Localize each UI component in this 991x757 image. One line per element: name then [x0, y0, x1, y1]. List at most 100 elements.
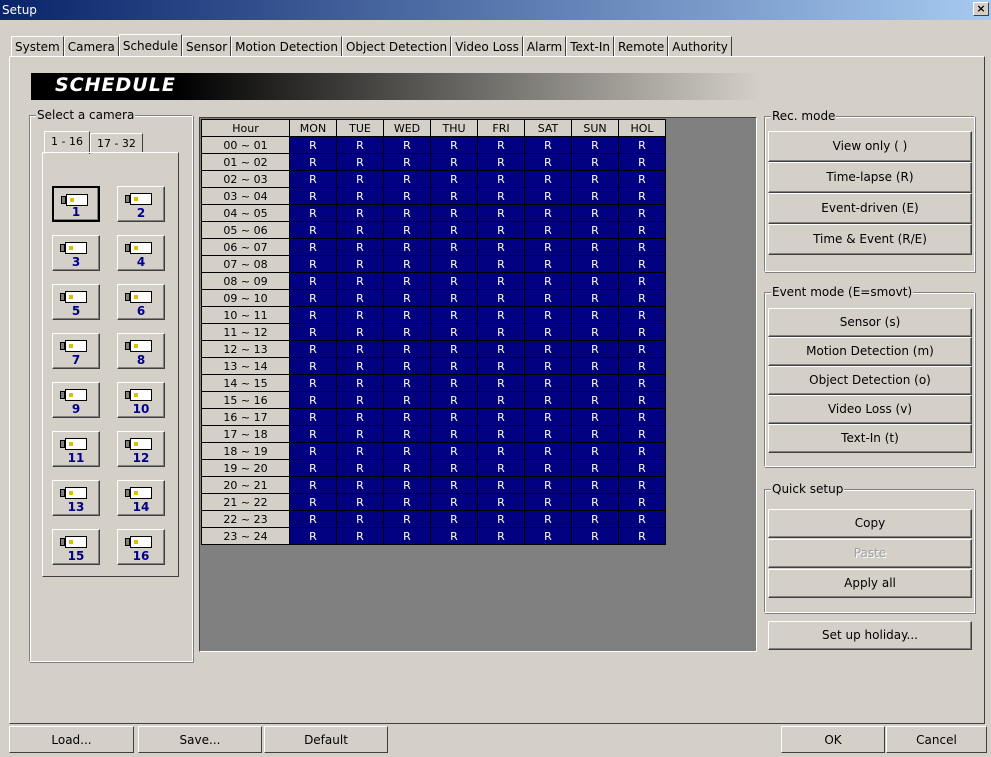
event-mode-button[interactable]: Video Loss (v) — [768, 395, 972, 424]
schedule-cell[interactable]: R — [336, 408, 384, 426]
schedule-cell[interactable]: R — [383, 425, 431, 443]
schedule-cell[interactable]: R — [336, 204, 384, 222]
schedule-cell[interactable]: R — [430, 459, 478, 477]
camera-button[interactable]: 16 — [117, 529, 165, 565]
camera-button[interactable]: 5 — [52, 284, 100, 320]
hour-label[interactable]: 21 ~ 22 — [201, 493, 290, 511]
schedule-cell[interactable]: R — [430, 357, 478, 375]
schedule-cell[interactable]: R — [336, 442, 384, 460]
schedule-cell[interactable]: R — [477, 221, 525, 239]
schedule-cell[interactable]: R — [524, 187, 572, 205]
schedule-cell[interactable]: R — [289, 527, 337, 545]
schedule-cell[interactable]: R — [524, 323, 572, 341]
schedule-cell[interactable]: R — [477, 306, 525, 324]
schedule-cell[interactable]: R — [524, 510, 572, 528]
hour-label[interactable]: 05 ~ 06 — [201, 221, 290, 239]
schedule-cell[interactable]: R — [336, 527, 384, 545]
tab-system[interactable]: System — [11, 36, 64, 56]
schedule-cell[interactable]: R — [524, 170, 572, 188]
schedule-cell[interactable]: R — [430, 425, 478, 443]
schedule-cell[interactable]: R — [383, 136, 431, 154]
day-header[interactable]: FRI — [477, 119, 525, 137]
tab-motion-detection[interactable]: Motion Detection — [231, 36, 342, 56]
schedule-cell[interactable]: R — [336, 306, 384, 324]
schedule-cell[interactable]: R — [430, 187, 478, 205]
schedule-cell[interactable]: R — [430, 204, 478, 222]
schedule-cell[interactable]: R — [571, 442, 619, 460]
hour-label[interactable]: 22 ~ 23 — [201, 510, 290, 528]
schedule-cell[interactable]: R — [336, 357, 384, 375]
schedule-cell[interactable]: R — [336, 425, 384, 443]
schedule-cell[interactable]: R — [289, 136, 337, 154]
schedule-cell[interactable]: R — [571, 187, 619, 205]
schedule-cell[interactable]: R — [430, 289, 478, 307]
schedule-cell[interactable]: R — [524, 374, 572, 392]
schedule-cell[interactable]: R — [430, 170, 478, 188]
schedule-cell[interactable]: R — [477, 476, 525, 494]
schedule-cell[interactable]: R — [618, 510, 666, 528]
schedule-cell[interactable]: R — [289, 306, 337, 324]
schedule-cell[interactable]: R — [289, 374, 337, 392]
hour-label[interactable]: 15 ~ 16 — [201, 391, 290, 409]
tab-object-detection[interactable]: Object Detection — [341, 36, 452, 56]
load-button[interactable]: Load... — [9, 726, 134, 753]
schedule-cell[interactable]: R — [618, 357, 666, 375]
schedule-cell[interactable]: R — [383, 272, 431, 290]
day-header[interactable]: TUE — [336, 119, 384, 137]
schedule-cell[interactable]: R — [524, 425, 572, 443]
schedule-cell[interactable]: R — [336, 459, 384, 477]
rec-mode-button[interactable]: View only ( ) — [768, 131, 972, 162]
schedule-cell[interactable]: R — [618, 340, 666, 358]
schedule-cell[interactable]: R — [571, 476, 619, 494]
schedule-cell[interactable]: R — [618, 493, 666, 511]
schedule-cell[interactable]: R — [571, 221, 619, 239]
schedule-cell[interactable]: R — [618, 187, 666, 205]
schedule-cell[interactable]: R — [383, 510, 431, 528]
event-mode-button[interactable]: Motion Detection (m) — [768, 337, 972, 366]
schedule-cell[interactable]: R — [289, 425, 337, 443]
schedule-cell[interactable]: R — [289, 255, 337, 273]
schedule-cell[interactable]: R — [430, 408, 478, 426]
rec-mode-button[interactable]: Time-lapse (R) — [768, 162, 972, 193]
schedule-cell[interactable]: R — [430, 442, 478, 460]
schedule-cell[interactable]: R — [618, 527, 666, 545]
schedule-cell[interactable]: R — [383, 238, 431, 256]
camera-button[interactable]: 1 — [52, 186, 100, 222]
tab-camera[interactable]: Camera — [63, 36, 119, 56]
schedule-cell[interactable]: R — [618, 136, 666, 154]
schedule-cell[interactable]: R — [383, 493, 431, 511]
camera-button[interactable]: 11 — [52, 431, 100, 467]
schedule-cell[interactable]: R — [618, 153, 666, 171]
tab-video-loss[interactable]: Video Loss — [451, 36, 523, 56]
schedule-cell[interactable]: R — [477, 442, 525, 460]
camera-button[interactable]: 15 — [52, 529, 100, 565]
schedule-cell[interactable]: R — [524, 357, 572, 375]
schedule-cell[interactable]: R — [524, 289, 572, 307]
schedule-cell[interactable]: R — [524, 153, 572, 171]
hour-label[interactable]: 12 ~ 13 — [201, 340, 290, 358]
schedule-cell[interactable]: R — [383, 408, 431, 426]
schedule-cell[interactable]: R — [289, 459, 337, 477]
schedule-cell[interactable]: R — [571, 238, 619, 256]
schedule-cell[interactable]: R — [430, 153, 478, 171]
rec-mode-button[interactable]: Time & Event (R/E) — [768, 224, 972, 255]
schedule-cell[interactable]: R — [618, 272, 666, 290]
schedule-cell[interactable]: R — [571, 272, 619, 290]
day-header[interactable]: HOL — [618, 119, 666, 137]
schedule-cell[interactable]: R — [430, 493, 478, 511]
camera-range-tab[interactable]: 17 - 32 — [89, 133, 143, 153]
schedule-cell[interactable]: R — [524, 204, 572, 222]
schedule-cell[interactable]: R — [571, 136, 619, 154]
schedule-cell[interactable]: R — [383, 476, 431, 494]
schedule-cell[interactable]: R — [618, 221, 666, 239]
schedule-cell[interactable]: R — [430, 306, 478, 324]
schedule-cell[interactable]: R — [524, 306, 572, 324]
camera-button[interactable]: 3 — [52, 235, 100, 271]
schedule-cell[interactable]: R — [383, 527, 431, 545]
schedule-cell[interactable]: R — [618, 391, 666, 409]
hour-label[interactable]: 20 ~ 21 — [201, 476, 290, 494]
schedule-cell[interactable]: R — [336, 374, 384, 392]
camera-button[interactable]: 7 — [52, 333, 100, 369]
schedule-cell[interactable]: R — [571, 306, 619, 324]
schedule-cell[interactable]: R — [618, 255, 666, 273]
